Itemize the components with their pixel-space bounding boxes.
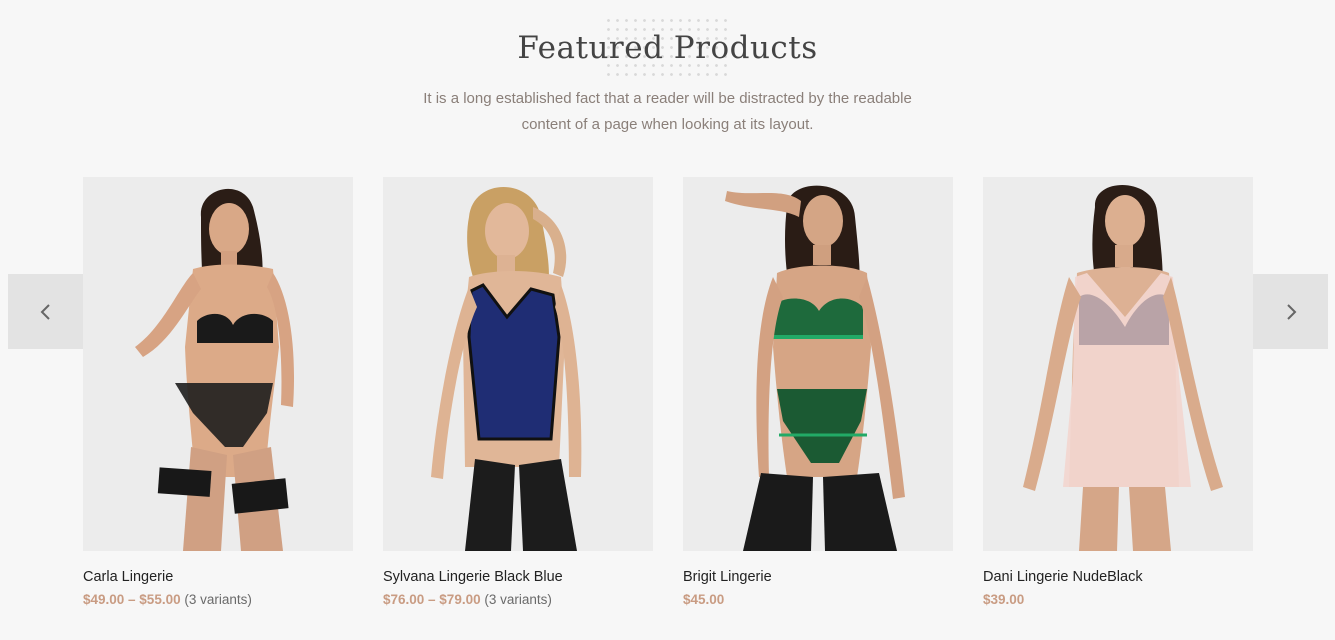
product-image[interactable]: [383, 177, 653, 551]
chevron-left-icon: [40, 303, 50, 320]
carousel-prev-button[interactable]: [8, 274, 83, 349]
product-card[interactable]: Dani Lingerie NudeBlack $39.00: [983, 177, 1253, 609]
product-price: $39.00: [983, 592, 1025, 607]
section-title: Featured Products: [517, 30, 818, 66]
product-card[interactable]: Carla Lingerie $49.00 – $55.00 (3 varian…: [83, 177, 353, 609]
product-price-row: $76.00 – $79.00 (3 variants): [383, 591, 653, 609]
product-price-row: $45.00: [683, 591, 953, 609]
product-price: $45.00: [683, 592, 725, 607]
product-variants: (3 variants): [184, 592, 252, 607]
product-price: $49.00 – $55.00: [83, 592, 181, 607]
product-name[interactable]: Carla Lingerie: [83, 568, 353, 586]
product-name[interactable]: Brigit Lingerie: [683, 568, 953, 586]
product-image[interactable]: [983, 177, 1253, 551]
section-subtitle: It is a long established fact that a rea…: [423, 90, 912, 133]
product-card[interactable]: Brigit Lingerie $45.00: [683, 177, 953, 609]
product-image[interactable]: [683, 177, 953, 551]
carousel-next-button[interactable]: [1253, 274, 1328, 349]
product-price-row: $39.00: [983, 591, 1253, 609]
product-price-row: $49.00 – $55.00 (3 variants): [83, 591, 353, 609]
chevron-right-icon: [1286, 303, 1296, 320]
product-name[interactable]: Sylvana Lingerie Black Blue: [383, 568, 653, 586]
product-price: $76.00 – $79.00: [383, 592, 481, 607]
product-image[interactable]: [83, 177, 353, 551]
product-variants: (3 variants): [484, 592, 552, 607]
product-card[interactable]: Sylvana Lingerie Black Blue $76.00 – $79…: [383, 177, 653, 609]
product-name[interactable]: Dani Lingerie NudeBlack: [983, 568, 1253, 586]
